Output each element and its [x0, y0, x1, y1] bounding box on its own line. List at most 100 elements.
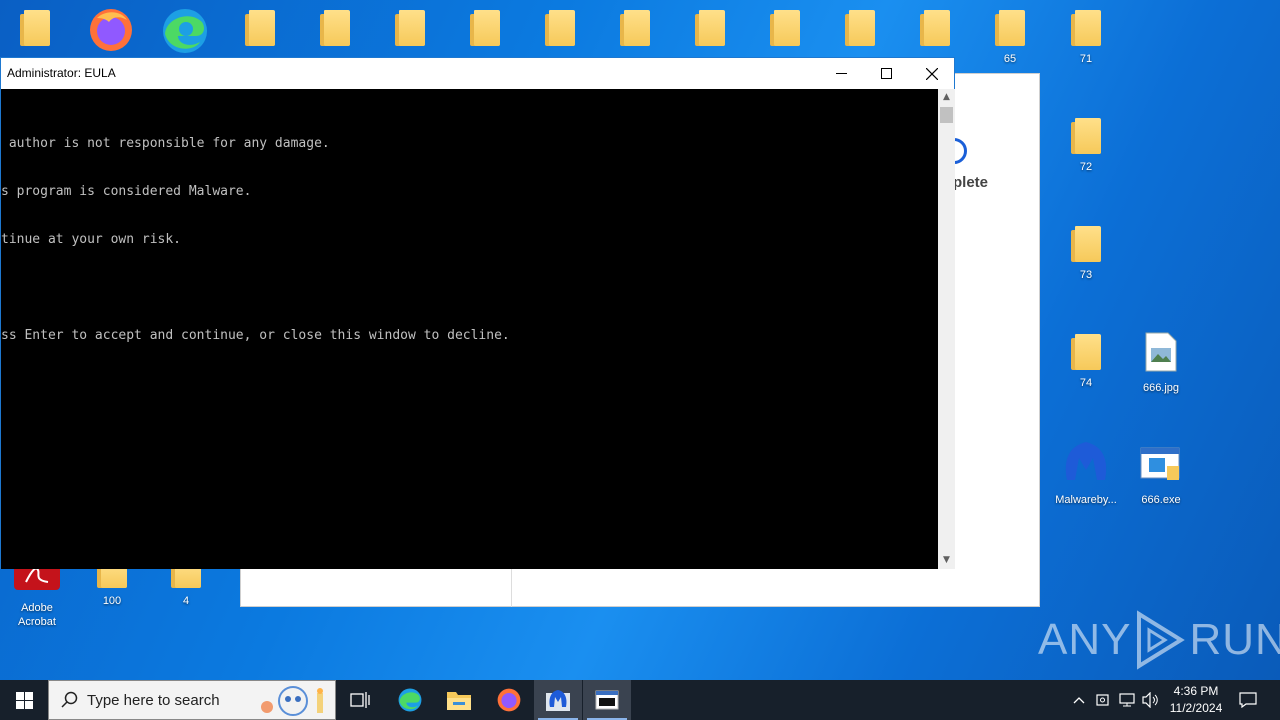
desktop-icon-label: 72	[1079, 161, 1093, 173]
firefox-shortcut[interactable]	[76, 6, 146, 57]
folder-icon	[770, 10, 800, 46]
console-window-icon	[595, 690, 619, 710]
folder-icon	[620, 10, 650, 46]
folder-icon	[845, 10, 875, 46]
taskbar-console[interactable]	[583, 680, 631, 720]
scroll-down-arrow-icon[interactable]: ▼	[938, 552, 955, 569]
notification-icon	[1239, 692, 1257, 708]
exe-file-icon	[1140, 447, 1180, 480]
folder-icon	[1071, 334, 1101, 370]
desktop-folder[interactable]	[375, 10, 445, 46]
console-output[interactable]: author is not responsible for any damage…	[1, 89, 938, 569]
windows-logo-icon	[15, 691, 33, 709]
desktop-folder[interactable]	[0, 10, 70, 46]
clock-time: 4:36 PM	[1173, 684, 1219, 698]
desktop-folder[interactable]	[750, 10, 820, 46]
desktop-folder[interactable]	[600, 10, 670, 46]
folder-icon	[545, 10, 575, 46]
malwarebytes-shortcut[interactable]: Malwareby...	[1051, 440, 1121, 507]
desktop-folder[interactable]	[675, 10, 745, 46]
folder-icon	[20, 10, 50, 46]
image-file-icon	[1145, 332, 1177, 372]
watermark-text-right: RUN	[1189, 615, 1280, 664]
adobe-acrobat-shortcut[interactable]: Adobe Acrobat	[2, 560, 72, 629]
desktop-icon-label: 100	[102, 595, 122, 607]
vertical-scrollbar[interactable]: ▲ ▼	[938, 89, 955, 569]
taskbar: Type here to search 4:36 PM 11/2/2024	[0, 680, 1280, 720]
taskbar-clock[interactable]: 4:36 PM 11/2/2024	[1160, 683, 1232, 717]
close-button[interactable]	[909, 58, 955, 89]
divider	[511, 569, 512, 607]
desktop-folder-72[interactable]: 72	[1051, 118, 1121, 174]
console-window[interactable]: Administrator: EULA author is not respon…	[0, 57, 955, 569]
desktop-icon-label: 65	[1003, 53, 1017, 65]
malwarebytes-icon	[1065, 442, 1107, 480]
search-highlight-doodle-icon	[261, 686, 323, 716]
scroll-up-arrow-icon[interactable]: ▲	[938, 89, 955, 106]
folder-icon	[695, 10, 725, 46]
maximize-icon	[880, 68, 892, 79]
start-button[interactable]	[0, 680, 48, 720]
desktop-folder[interactable]	[450, 10, 520, 46]
malwarebytes-installer-icon	[546, 690, 570, 711]
edge-icon	[398, 688, 422, 712]
task-view-icon	[350, 692, 370, 708]
taskbar-file-explorer[interactable]	[435, 680, 483, 720]
volume-button[interactable]	[1140, 680, 1162, 720]
folder-icon	[1071, 118, 1101, 154]
search-icon	[61, 691, 78, 708]
task-view-button[interactable]	[336, 680, 384, 720]
console-line: author is not responsible for any damage…	[1, 136, 330, 151]
desktop-folder[interactable]	[900, 10, 970, 46]
desktop-folder-65[interactable]: 65	[975, 10, 1045, 66]
desktop-folder[interactable]	[825, 10, 895, 46]
edge-icon	[163, 9, 207, 53]
close-icon	[926, 67, 938, 80]
desktop-file-666-jpg[interactable]: 666.jpg	[1126, 332, 1196, 395]
desktop-icon-label: 666.exe	[1141, 494, 1181, 506]
taskbar-firefox[interactable]	[485, 680, 533, 720]
console-line: ss Enter to accept and continue, or clos…	[1, 328, 510, 343]
desktop-icon-label: Malwareby...	[1055, 494, 1117, 506]
desktop-icon-label: 74	[1079, 377, 1093, 389]
taskbar-edge[interactable]	[386, 680, 434, 720]
network-button[interactable]	[1116, 680, 1138, 720]
taskbar-search-box[interactable]: Type here to search	[48, 680, 336, 720]
speaker-icon	[1142, 692, 1158, 708]
edge-shortcut[interactable]	[150, 6, 220, 59]
folder-icon	[995, 10, 1025, 46]
minimize-button[interactable]	[818, 58, 864, 89]
maximize-button[interactable]	[863, 58, 909, 89]
desktop-icon-label: 666.jpg	[1142, 382, 1180, 394]
file-explorer-icon	[447, 692, 471, 710]
title-bar[interactable]: Administrator: EULA	[1, 58, 954, 89]
play-logo-icon	[1137, 610, 1186, 670]
network-icon	[1119, 693, 1135, 707]
desktop-folder-73[interactable]: 73	[1051, 226, 1121, 282]
tray-device-button[interactable]	[1092, 680, 1114, 720]
desktop-file-666-exe[interactable]: 666.exe	[1126, 444, 1196, 507]
taskbar-malwarebytes[interactable]	[534, 680, 582, 720]
desktop-folder[interactable]	[300, 10, 370, 46]
search-placeholder: Type here to search	[87, 691, 220, 709]
desktop-folder[interactable]	[525, 10, 595, 46]
show-hidden-icons-button[interactable]	[1068, 680, 1090, 720]
window-title: Administrator: EULA	[7, 66, 116, 80]
desktop-icon-label: 4	[182, 595, 190, 607]
folder-icon	[320, 10, 350, 46]
scrollbar-thumb[interactable]	[940, 107, 953, 123]
device-icon	[1096, 694, 1109, 706]
folder-icon	[470, 10, 500, 46]
desktop-folder-74[interactable]: 74	[1051, 334, 1121, 390]
console-line: s program is considered Malware.	[1, 184, 252, 199]
action-center-button[interactable]	[1232, 680, 1264, 720]
folder-icon	[395, 10, 425, 46]
folder-icon	[245, 10, 275, 46]
desktop-folder-71[interactable]: 71	[1051, 10, 1121, 66]
clock-date: 11/2/2024	[1169, 701, 1223, 715]
background-window-partial-text: plete	[953, 174, 989, 191]
anyrun-watermark: ANY RUN	[1038, 610, 1280, 670]
desktop-icon-label: 73	[1079, 269, 1093, 281]
desktop-folder[interactable]	[225, 10, 295, 46]
